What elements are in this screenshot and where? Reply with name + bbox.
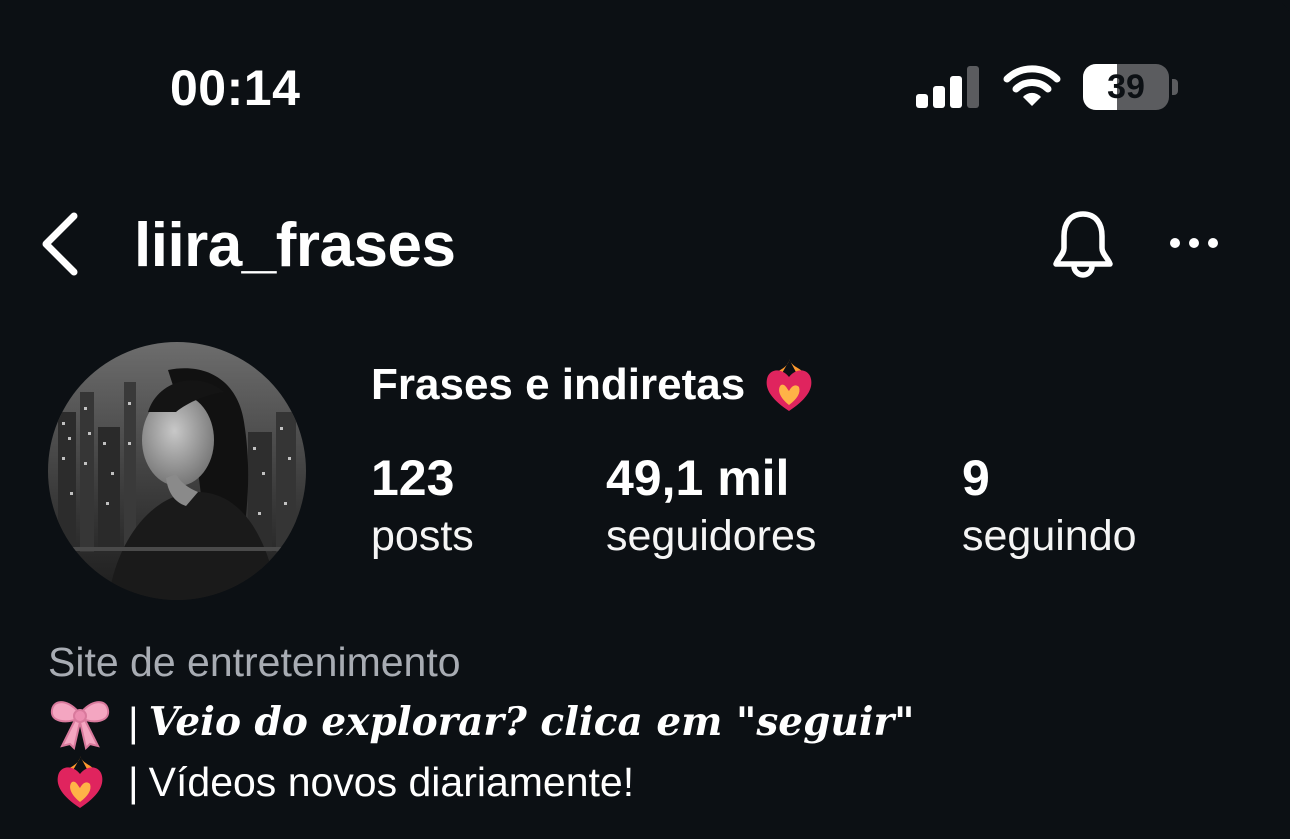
profile-category: Site de entretenimento [48, 639, 461, 685]
posts-label: posts [371, 512, 474, 560]
following-label: seguindo [962, 512, 1137, 560]
profile-avatar-image [48, 342, 306, 600]
wifi-icon [1003, 65, 1061, 106]
status-time: 00:14 [170, 60, 301, 116]
bio-separator: | [128, 759, 139, 805]
ribbon-emoji [50, 701, 110, 750]
profile-username: liira_frases [134, 211, 456, 280]
followers-count-stat[interactable]: 49,1 mil seguidores [606, 450, 816, 566]
display-name-text: Frases e indiretas [371, 360, 746, 409]
cellular-signal-icon [916, 66, 979, 108]
bio-line: | Vídeos novos diariamente! [48, 752, 634, 812]
following-count: 9 [962, 450, 990, 506]
bio-separator: | [128, 699, 139, 745]
posts-count-stat[interactable]: 123 posts [371, 450, 474, 566]
profile-avatar[interactable] [48, 342, 306, 600]
heart-on-fire-emoji [766, 359, 812, 411]
battery-indicator: 39 [1083, 64, 1179, 110]
profile-display-name: Frases e indiretas [371, 355, 817, 415]
bio-line: | Veio do explorar? clica em "seguir" [48, 692, 914, 752]
more-horizontal-icon [1170, 238, 1218, 248]
posts-count: 123 [371, 450, 455, 506]
battery-level: 39 [1107, 68, 1145, 106]
bell-icon [1053, 211, 1113, 278]
chevron-left-icon [42, 212, 78, 276]
bio-text: Veio do explorar? clica em "seguir" [148, 699, 915, 745]
battery-body: 39 [1083, 64, 1169, 110]
profile-screen: 00:14 39 liira_frases Frases e indiretas… [0, 0, 1290, 839]
following-count-stat[interactable]: 9 seguindo [962, 450, 1137, 566]
more-options-button[interactable] [1164, 220, 1224, 266]
bio-text: Vídeos novos diariamente! [148, 759, 635, 805]
followers-label: seguidores [606, 512, 817, 560]
back-button[interactable] [34, 206, 90, 282]
battery-cap [1172, 79, 1178, 95]
notifications-button[interactable] [1046, 208, 1120, 282]
heart-on-fire-emoji [57, 756, 103, 808]
followers-count: 49,1 mil [606, 450, 790, 506]
